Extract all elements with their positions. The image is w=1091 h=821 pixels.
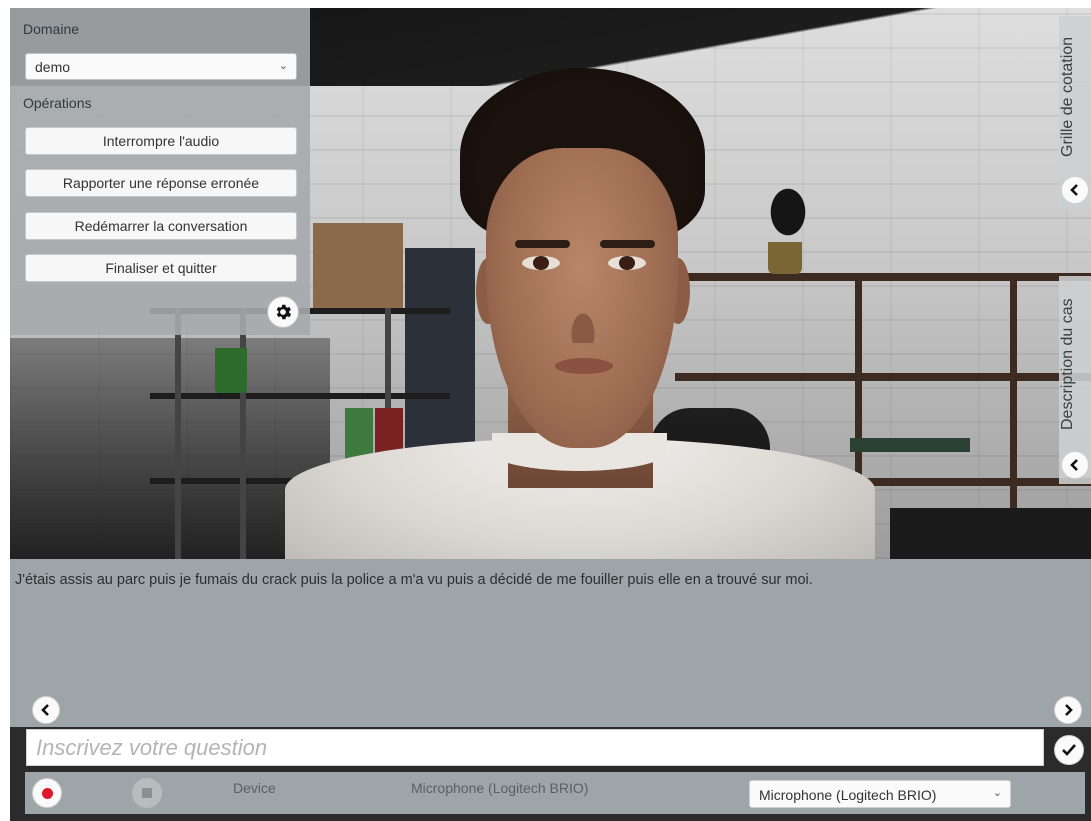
record-button[interactable] <box>32 778 62 808</box>
case-description-label: Description du cas <box>1059 298 1076 431</box>
control-panel: Domaine demo ⌄ Opérations Interrompre l'… <box>10 8 310 335</box>
chevron-left-icon <box>41 704 49 716</box>
previous-response-button[interactable] <box>32 696 60 724</box>
transcript-panel: J'étais assis au parc puis je fumais du … <box>10 559 1091 727</box>
finish-quit-button[interactable]: Finaliser et quitter <box>25 254 297 282</box>
case-description-tab[interactable]: Description du cas <box>1059 276 1091 484</box>
microphone-dropdown-value: Microphone (Logitech BRIO) <box>759 787 937 803</box>
checkmark-icon <box>1062 744 1076 756</box>
scene-desk <box>890 508 1091 559</box>
device-name: Microphone (Logitech BRIO) <box>411 780 589 796</box>
grading-grid-toggle[interactable] <box>1061 176 1089 204</box>
chevron-left-icon <box>1070 184 1078 196</box>
scene-shelf <box>675 273 1091 281</box>
audio-bar: Device Microphone (Logitech BRIO) Microp… <box>25 772 1085 814</box>
next-response-button[interactable] <box>1054 696 1082 724</box>
scene-cardboard-box <box>313 223 403 308</box>
scene-shelf-pole <box>240 308 246 559</box>
restart-conversation-button[interactable]: Redémarrer la conversation <box>25 212 297 240</box>
case-description-toggle[interactable] <box>1061 451 1089 479</box>
gear-icon <box>276 304 292 320</box>
submit-question-button[interactable] <box>1054 735 1084 765</box>
app-window: Domaine demo ⌄ Opérations Interrompre l'… <box>10 8 1091 821</box>
domain-dropdown[interactable]: demo ⌄ <box>25 53 297 80</box>
scene-plant <box>748 158 828 248</box>
stop-button[interactable] <box>132 778 162 808</box>
record-icon <box>41 787 53 799</box>
domain-label: Domaine <box>23 21 80 37</box>
chevron-left-icon <box>1070 459 1078 471</box>
stop-icon <box>142 788 152 798</box>
scene-shelf-pole <box>175 308 181 559</box>
scene-shelf <box>675 373 1091 381</box>
scene-pencil-cup <box>215 348 247 393</box>
settings-button[interactable] <box>267 296 299 328</box>
interrupt-audio-button[interactable]: Interrompre l'audio <box>25 127 297 155</box>
grading-grid-label: Grille de cotation <box>1059 36 1076 158</box>
scene-window <box>405 248 475 458</box>
domain-dropdown-value: demo <box>35 59 71 75</box>
avatar-response-text: J'étais assis au parc puis je fumais du … <box>15 572 813 588</box>
question-input[interactable]: Inscrivez votre question <box>26 729 1044 766</box>
scene-shelf <box>150 393 450 399</box>
chevron-down-icon: ⌄ <box>278 60 288 72</box>
avatar-eyebrow <box>515 240 570 248</box>
scene-shadow <box>10 338 330 559</box>
grading-grid-tab[interactable]: Grille de cotation <box>1059 16 1091 209</box>
device-label: Device <box>233 780 276 796</box>
avatar-eyebrow <box>600 240 655 248</box>
avatar-mouth <box>555 358 613 374</box>
avatar-eye <box>522 256 560 270</box>
scene-papers <box>850 438 970 452</box>
chevron-right-icon <box>1065 704 1073 716</box>
scene-plant-pot <box>768 242 802 274</box>
avatar-nose <box>563 298 603 343</box>
report-error-button[interactable]: Rapporter une réponse erronée <box>25 169 297 197</box>
avatar-eye <box>608 256 646 270</box>
chevron-down-icon: ⌄ <box>992 787 1002 799</box>
microphone-dropdown[interactable]: Microphone (Logitech BRIO) ⌄ <box>749 780 1011 808</box>
operations-label: Opérations <box>23 95 92 111</box>
